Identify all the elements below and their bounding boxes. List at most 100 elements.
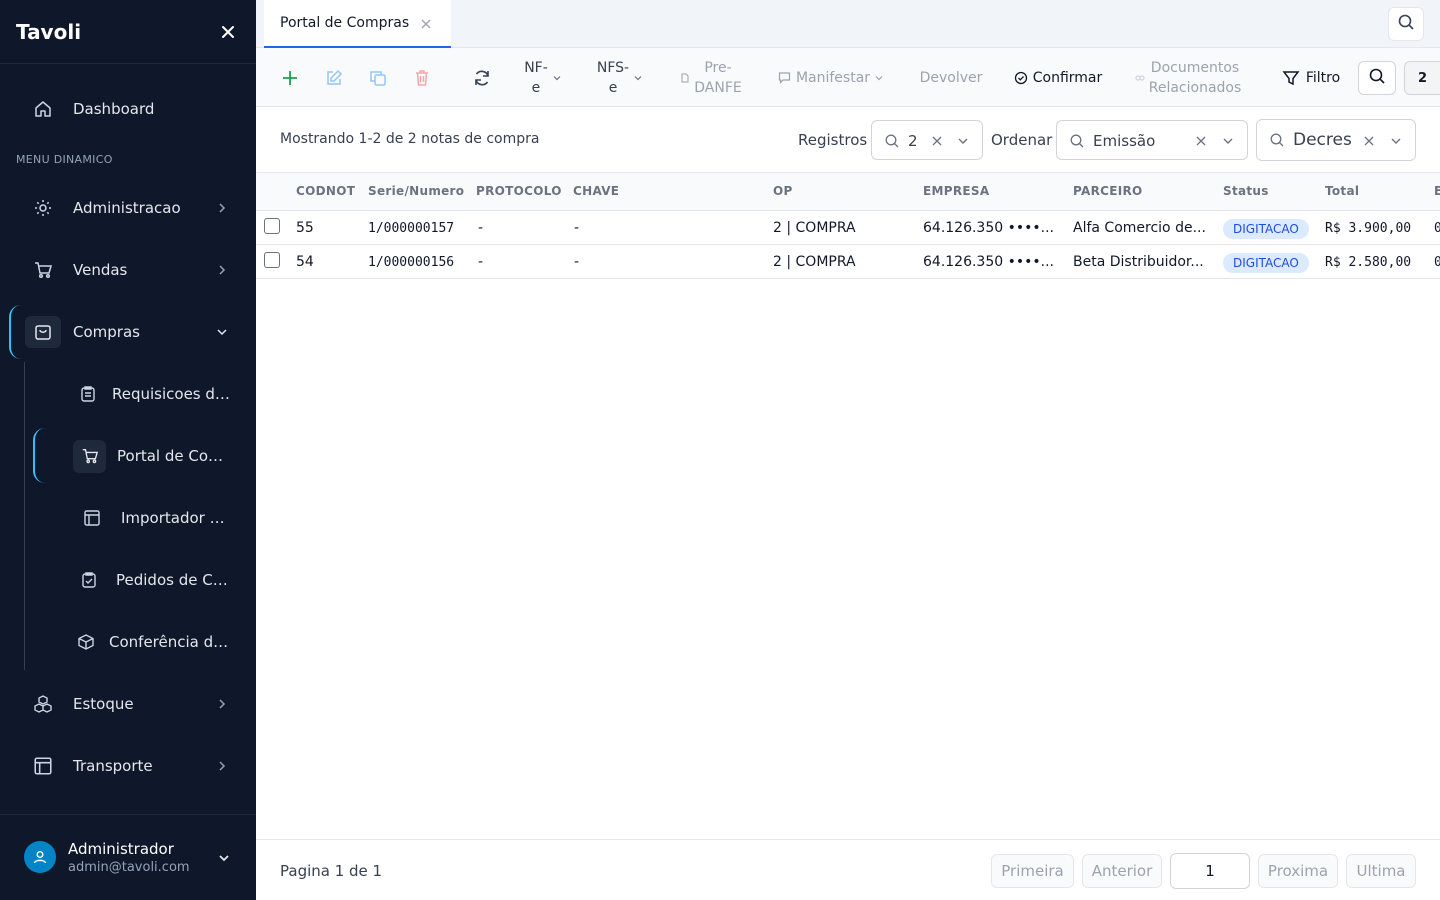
filtro-label: Filtro [1305,69,1341,86]
manifestar-dropdown[interactable]: Manifestar [774,48,888,107]
sidebar: Tavoli Dashboard MENU DINAMICO Administr… [0,0,256,900]
main-content: Portal de Compras NF-e NFS-e Pre- DANFE … [256,0,1440,900]
duplicate-button[interactable] [366,48,390,107]
direction-value: Decrescente [1293,130,1351,150]
check-circle-icon [1014,71,1028,85]
search-icon [1397,13,1415,35]
table-header: CODNOT Serie/Numero PROTOCOLO CHAVE OP E… [256,173,1440,211]
refresh-button[interactable] [470,48,494,107]
toolbar: NF-e NFS-e Pre- DANFE Manifestar Devolver… [256,48,1440,107]
pre-danfe-button[interactable]: Pre- DANFE [676,48,746,107]
sidebar-item-label: Estoque [73,695,134,713]
table-row[interactable]: 55 1/000000157 - - 2 | COMPRA 64.126.350… [256,211,1440,245]
delete-button[interactable] [410,48,434,107]
first-page-button[interactable]: Primeira [991,854,1074,888]
avatar [24,841,56,873]
sidebar-item-label: Dashboard [73,100,155,118]
column-header-empresa[interactable]: EMPRESA [923,184,989,198]
search-button[interactable] [1358,61,1396,95]
add-button[interactable] [278,48,302,107]
column-header-status[interactable]: Status [1223,184,1269,198]
sidebar-subitem-label: Conferência de... [109,633,231,651]
table-row[interactable]: 54 1/000000156 - - 2 | COMPRA 64.126.350… [256,245,1440,279]
devolver-button[interactable]: Devolver [916,48,986,107]
list-controls: Mostrando 1-2 de 2 notas de compra Regis… [256,107,1440,173]
cell-total: R$ 3.900,00 [1325,221,1412,236]
sidebar-item-transporte[interactable]: Transporte [0,742,256,790]
row-checkbox[interactable] [264,252,280,268]
sidebar-item-label: Transporte [73,757,153,775]
filtro-button[interactable]: Filtro [1278,48,1344,107]
page-indicator[interactable]: 2 [1404,61,1440,95]
chevron-down-icon[interactable] [214,848,234,868]
column-header-protocolo[interactable]: PROTOCOLO [476,184,562,198]
copy-icon [369,69,387,87]
clear-icon[interactable] [1193,133,1209,149]
column-header-op[interactable]: OP [773,184,793,198]
column-header-chave[interactable]: CHAVE [573,184,619,198]
chevron-down-icon[interactable] [955,133,971,149]
layout-icon [32,755,54,777]
nfse-label-line2: e [608,79,618,96]
next-page-button[interactable]: Proxima [1258,854,1338,888]
status-badge: DIGITACAO [1223,253,1309,273]
record-count-text: Mostrando 1-2 de 2 notas de compra [280,131,540,147]
sidebar-subitem-label: Requisicoes de... [112,385,232,403]
ordenar-select[interactable]: Emissão [1056,120,1248,160]
sidebar-subitem-portal-de-compras[interactable]: Portal de Com... [0,432,256,480]
cell-protocolo: - [478,220,484,236]
row-checkbox[interactable] [264,218,280,234]
chevron-right-icon [212,756,232,776]
sidebar-subitem-conferencia[interactable]: Conferência de... [24,618,254,666]
clear-icon[interactable] [1361,133,1377,149]
chevron-down-icon[interactable] [1220,133,1236,149]
pre-danfe-line2: DANFE [694,79,742,96]
sidebar-subitem-label: Pedidos de Co... [116,571,232,589]
global-search-button[interactable] [1388,7,1424,41]
sidebar-item-compras[interactable]: Compras [0,308,256,356]
registros-select[interactable]: 20 [871,120,983,160]
message-icon [778,71,791,84]
clear-icon[interactable] [929,133,945,149]
close-sidebar-icon[interactable] [216,20,240,44]
confirmar-button[interactable]: Confirmar [1012,48,1104,107]
tab-label: Portal de Compras [280,15,410,31]
sidebar-item-dashboard[interactable]: Dashboard [0,85,256,133]
cell-empresa: 64.126.350 ••••... [923,220,1054,236]
direction-select[interactable]: Decrescente [1256,119,1416,161]
column-header-total[interactable]: Total [1325,184,1359,198]
nfe-dropdown[interactable]: NF-e [518,48,568,107]
sidebar-item-administracao[interactable]: Administracao [0,184,256,232]
column-header-codnot[interactable]: CODNOT [296,184,355,198]
manifestar-label: Manifestar [795,69,871,86]
page-number-input[interactable]: 1 [1170,853,1250,889]
previous-page-button[interactable]: Anterior [1082,854,1162,888]
cell-parceiro: Beta Distribuidor... [1073,254,1204,270]
cell-codnot: 55 [296,220,314,236]
last-page-button[interactable]: Ultima [1346,854,1416,888]
sidebar-subitem-requisicoes[interactable]: Requisicoes de... [24,370,254,418]
cell-chave: - [574,254,580,270]
tab-portal-de-compras[interactable]: Portal de Compras [264,0,451,48]
chevron-down-icon[interactable] [1388,133,1404,149]
sidebar-subitem-pedidos[interactable]: Pedidos de Co... [24,556,254,604]
cell-chave: - [574,220,580,236]
sidebar-item-label: Compras [73,323,140,341]
user-menu[interactable]: Administrador admin@tavoli.com [0,814,256,900]
documentos-relacionados-button[interactable]: Documentos Relacionados [1130,48,1246,107]
column-header-serie-numero[interactable]: Serie/Numero [368,184,464,198]
cell-op: 2 | COMPRA [773,220,856,236]
file-icon [680,73,690,83]
close-tab-icon[interactable] [417,15,435,33]
column-header-parceiro[interactable]: PARCEIRO [1073,184,1143,198]
documentos-line1: Documentos [1150,59,1240,76]
nfse-dropdown[interactable]: NFS-e [592,48,648,107]
plus-icon [281,69,299,87]
column-header-e[interactable]: E [1434,184,1440,198]
sidebar-item-vendas[interactable]: Vendas [0,246,256,294]
sidebar-item-estoque[interactable]: Estoque [0,680,256,728]
search-icon [884,133,900,149]
cell-op: 2 | COMPRA [773,254,856,270]
edit-button[interactable] [322,48,346,107]
sidebar-subitem-importador[interactable]: Importador X... [24,494,254,542]
